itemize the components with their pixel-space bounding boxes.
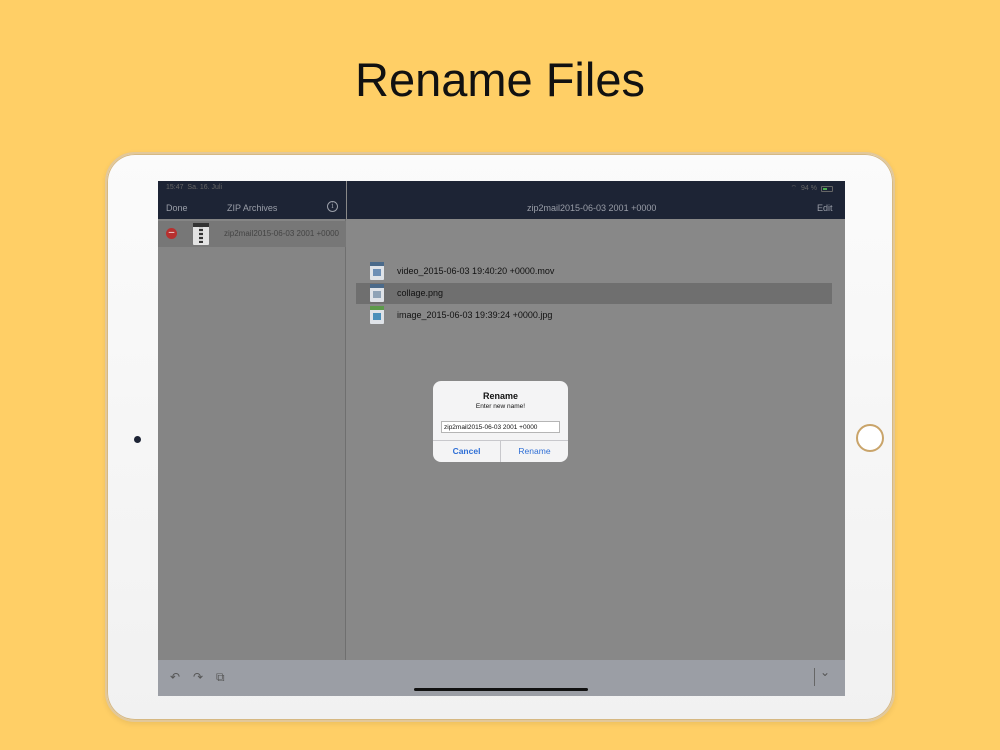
status-bar: 15:47 Sa. 16. Juli ⌔ 94 % [158,181,845,195]
file-name: image_2015-06-03 19:39:24 +0000.jpg [397,310,553,320]
archives-sidebar: Done ZIP Archives i – zip2mail2015-06-03… [158,181,346,660]
file-row-video[interactable]: video_2015-06-03 19:40:20 +0000.mov [356,261,832,282]
wifi-icon: ⌔ [790,185,798,192]
status-right: ⌔ 94 % [790,184,833,193]
file-row-image[interactable]: image_2015-06-03 19:39:24 +0000.jpg [356,305,832,326]
png-file-icon [370,284,384,302]
cancel-button[interactable]: Cancel [433,441,501,462]
home-button[interactable] [856,424,884,452]
battery-icon [821,185,833,192]
rename-input[interactable] [441,421,560,433]
dialog-actions: Cancel Rename [433,440,568,462]
file-row-collage[interactable]: collage.png [356,283,832,304]
copy-icon[interactable]: ⧉ [216,670,225,685]
home-indicator [414,688,588,691]
rename-button[interactable]: Rename [501,441,568,462]
page-headline: Rename Files [355,53,645,106]
camera-icon [134,436,141,443]
sidebar-title: ZIP Archives [227,203,278,213]
undo-icon[interactable]: ↶ [170,670,180,684]
main-title: zip2mail2015-06-03 2001 +0000 [527,203,657,213]
archive-name: zip2mail2015-06-03 2001 +0000 [224,229,339,238]
dialog-message: Enter new name! [475,403,526,410]
archive-row[interactable]: – zip2mail2015-06-03 2001 +0000 [158,221,346,247]
ipad-frame: Done ZIP Archives i – zip2mail2015-06-03… [105,152,895,722]
battery-percent: 94 % [801,185,817,192]
redo-icon[interactable]: ↷ [193,670,203,684]
edit-button[interactable]: Edit [817,203,833,213]
delete-icon[interactable]: – [166,228,177,239]
status-time: 15:47 Sa. 16. Juli [166,184,223,191]
chevron-down-icon[interactable]: ⌄ [820,665,830,679]
done-button[interactable]: Done [166,203,188,213]
dialog-title: Rename [482,391,518,401]
info-icon[interactable]: i [327,201,338,212]
ipad-screen: Done ZIP Archives i – zip2mail2015-06-03… [158,181,845,696]
toolbar-divider [814,668,815,686]
file-name: collage.png [397,288,444,298]
image-file-icon [370,306,384,324]
zip-file-icon [193,223,209,245]
rename-dialog: Rename Enter new name! Cancel Rename [433,381,568,462]
file-name: video_2015-06-03 19:40:20 +0000.mov [397,266,555,276]
video-file-icon [370,262,384,280]
